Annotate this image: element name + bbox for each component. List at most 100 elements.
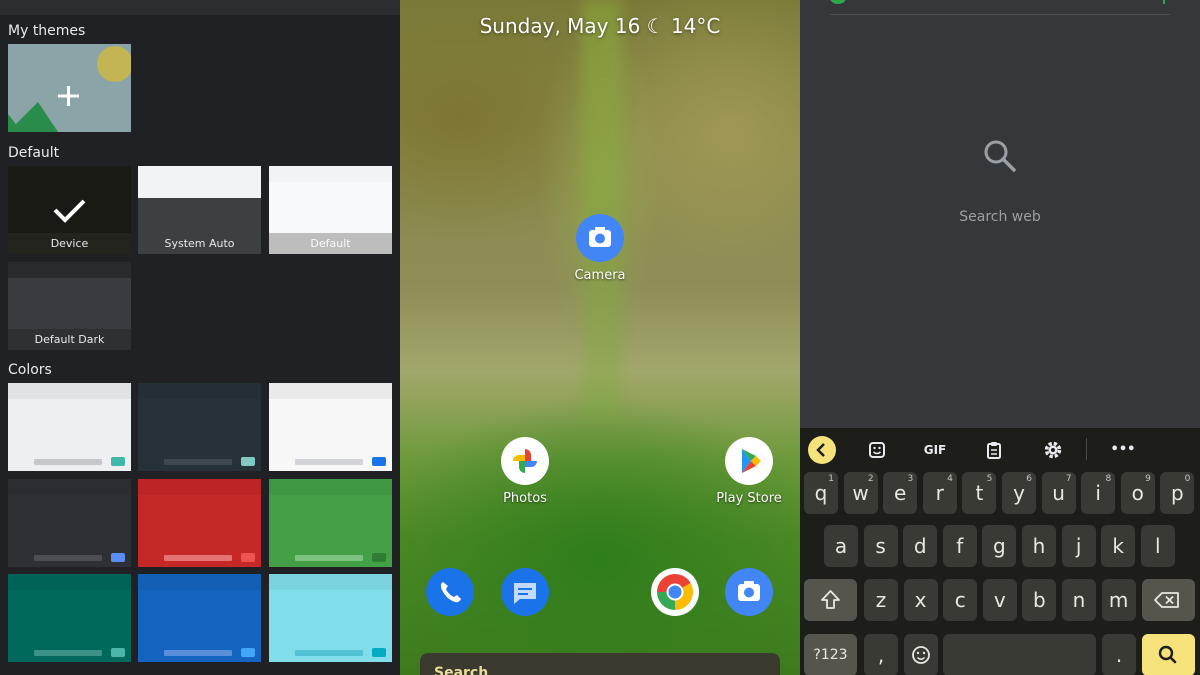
key-l[interactable]: l [1140, 525, 1175, 567]
theme-preview-spacebar [295, 555, 363, 561]
key-m[interactable]: m [1101, 579, 1136, 621]
theme-accent-swatch [111, 648, 125, 657]
key-w[interactable]: w2 [843, 472, 878, 514]
backspace-icon [1154, 592, 1179, 608]
key-z[interactable]: z [864, 579, 898, 621]
key-t[interactable]: t5 [962, 472, 997, 514]
phone-icon [426, 568, 474, 616]
key-o[interactable]: o9 [1120, 472, 1155, 514]
key-e[interactable]: e3 [883, 472, 918, 514]
key-v[interactable]: v [982, 579, 1017, 621]
key-s[interactable]: s [863, 525, 898, 567]
key-label: t [975, 481, 984, 505]
key-label: e [894, 481, 907, 505]
key-hint: 8 [1105, 474, 1112, 484]
toolbar-divider [1086, 438, 1087, 460]
text-cursor [1163, 0, 1165, 4]
key-y[interactable]: y6 [1002, 472, 1036, 514]
settings-gear-icon[interactable] [1039, 436, 1067, 464]
key-a[interactable]: a [824, 525, 858, 567]
color-theme-tile[interactable] [269, 383, 392, 471]
search-action-key[interactable] [1142, 634, 1195, 675]
key-label: o [1131, 481, 1144, 505]
theme-label: System Auto [138, 233, 261, 254]
dock-camera[interactable] [699, 568, 799, 616]
theme-preview-header [8, 574, 131, 590]
key-g[interactable]: g [982, 525, 1017, 567]
key-hint: 5 [986, 474, 993, 484]
theme-preview-header [8, 479, 131, 495]
gboard-keyboard: GIF ••• q1w2e3r4t5y6u7i8o9p0asdfghjklzxc… [800, 428, 1200, 675]
key-p[interactable]: p0 [1160, 472, 1195, 514]
key-x[interactable]: x [903, 579, 938, 621]
key-hint: 6 [1026, 474, 1032, 484]
key-r[interactable]: r4 [922, 472, 957, 514]
theme-preview-header [269, 574, 392, 590]
backspace-key[interactable] [1142, 579, 1195, 621]
theme-preview-spacebar [164, 459, 232, 465]
color-theme-tile[interactable] [138, 383, 261, 471]
color-theme-tile[interactable] [138, 574, 261, 662]
clipboard-icon[interactable] [980, 436, 1008, 464]
key-d[interactable]: d [903, 525, 938, 567]
default-heading: Default [8, 145, 60, 161]
key-label: i [1095, 481, 1101, 505]
theme-accent-swatch [241, 457, 255, 466]
key-hint: 1 [828, 474, 834, 484]
app-play-store[interactable]: Play Store [699, 437, 799, 506]
theme-label: Default Dark [8, 329, 131, 350]
color-theme-tile[interactable] [269, 574, 392, 662]
app-bar [0, 0, 400, 15]
space-bar[interactable] [943, 634, 1096, 675]
symbols-key[interactable]: ?123 [804, 634, 857, 675]
key-label: k [1112, 534, 1124, 558]
theme-preview-spacebar [164, 650, 232, 656]
key-u[interactable]: u7 [1041, 472, 1076, 514]
theme-device[interactable]: Device [8, 166, 131, 254]
theme-accent-swatch [372, 648, 386, 657]
key-label: u [1052, 481, 1065, 505]
app-camera[interactable]: Camera [550, 214, 650, 283]
key-f[interactable]: f [942, 525, 977, 567]
emoji-key[interactable] [904, 634, 938, 675]
color-theme-tile[interactable] [8, 574, 131, 662]
theme-default[interactable]: Default [269, 166, 392, 254]
color-theme-tile[interactable] [269, 479, 392, 567]
key-b[interactable]: b [1022, 579, 1057, 621]
comma-key[interactable]: , [864, 634, 898, 675]
theme-accent-swatch [241, 648, 255, 657]
theme-accent-swatch [111, 553, 125, 562]
color-theme-tile[interactable] [8, 383, 131, 471]
color-theme-tile[interactable] [138, 479, 261, 567]
theme-preview-spacebar [295, 650, 363, 656]
dock-messages[interactable] [475, 568, 575, 616]
key-q[interactable]: q1 [804, 472, 838, 514]
shift-key[interactable] [804, 579, 857, 621]
key-h[interactable]: h [1022, 525, 1056, 567]
home-screen-panel: Sunday, May 16 ☾ 14°C Camera Photos Play… [400, 0, 800, 675]
key-label: v [993, 588, 1006, 612]
my-themes-heading: My themes [8, 23, 86, 39]
key-label: q [814, 481, 828, 505]
search-bar[interactable]: Search [420, 653, 780, 675]
colors-heading: Colors [8, 362, 52, 378]
theme-preview-header [8, 383, 131, 399]
more-options-button[interactable]: ••• [1109, 436, 1137, 464]
key-label: w [852, 481, 869, 505]
period-key[interactable]: . [1102, 634, 1136, 675]
key-c[interactable]: c [943, 579, 978, 621]
add-custom-theme-tile[interactable] [8, 44, 131, 132]
key-label: g [993, 534, 1006, 558]
key-label: p [1171, 481, 1184, 505]
camera-icon [576, 214, 624, 262]
app-photos[interactable]: Photos [475, 437, 575, 506]
key-i[interactable]: i8 [1081, 472, 1116, 514]
color-theme-tile[interactable] [8, 479, 131, 567]
theme-system-auto[interactable]: System Auto [138, 166, 261, 254]
search-input-underline [830, 14, 1170, 15]
key-n[interactable]: n [1062, 579, 1096, 621]
key-k[interactable]: k [1101, 525, 1136, 567]
key-j[interactable]: j [1061, 525, 1096, 567]
date-weather-widget[interactable]: Sunday, May 16 ☾ 14°C [400, 14, 800, 38]
theme-default-dark[interactable]: Default Dark [8, 262, 131, 350]
